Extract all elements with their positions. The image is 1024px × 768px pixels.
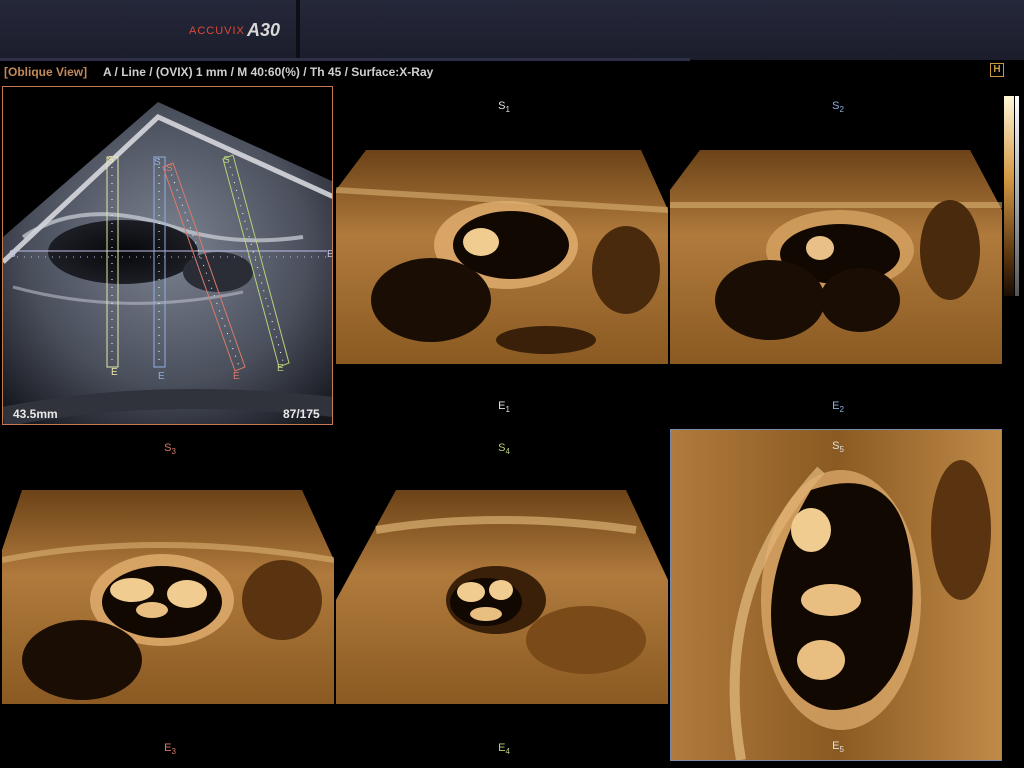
slice-2-start-label: S2 bbox=[832, 100, 844, 115]
slice-1-start-label: S1 bbox=[498, 100, 510, 115]
oblique-ultrasound-image: S E S E S E S E S E bbox=[3, 102, 333, 424]
line-1-end-marker[interactable]: E bbox=[111, 367, 118, 378]
slice-5-render[interactable] bbox=[671, 430, 1001, 760]
slice-3-render[interactable] bbox=[2, 490, 334, 704]
info-bar: [Oblique View] A / Line / (OVIX) 1 mm / … bbox=[0, 63, 1024, 81]
line-1-start-marker[interactable]: S bbox=[107, 155, 114, 166]
slice-3-start-label: S3 bbox=[164, 442, 176, 457]
slice-4-render[interactable] bbox=[336, 490, 668, 704]
render-settings: A / Line / (OVIX) 1 mm / M 40:60(%) / Th… bbox=[103, 65, 434, 79]
line-5-end-marker[interactable]: E bbox=[327, 249, 333, 260]
frame-counter: 87/175 bbox=[283, 407, 320, 421]
top-stripe bbox=[0, 58, 690, 61]
line-3-end-marker[interactable]: E bbox=[233, 371, 240, 382]
slice-2-end-label: E2 bbox=[832, 400, 844, 415]
brand-name: ACCUVIX bbox=[189, 25, 245, 37]
slice-1-end-label: E1 bbox=[498, 400, 510, 415]
top-bar: ACCUVIX A30 bbox=[0, 0, 1024, 61]
depth-readout: 43.5mm bbox=[13, 407, 58, 421]
line-2-end-marker[interactable]: E bbox=[158, 371, 165, 382]
slice-5-start-label: S5 bbox=[832, 440, 844, 455]
brand-logo: ACCUVIX A30 bbox=[185, 20, 295, 44]
model-name: A30 bbox=[247, 20, 281, 40]
line-4-start-marker[interactable]: S bbox=[223, 155, 230, 166]
view-mode-tag[interactable]: [Oblique View] bbox=[4, 65, 87, 79]
slice-4-end-label: E4 bbox=[498, 742, 510, 757]
line-4-end-marker[interactable]: E bbox=[277, 363, 284, 374]
line-2-start-marker[interactable]: S bbox=[154, 157, 161, 168]
gray-map-bar bbox=[1015, 96, 1019, 296]
slice-2-render[interactable] bbox=[670, 150, 1002, 364]
slice-5-end-label: E5 bbox=[832, 740, 844, 755]
h-badge[interactable]: H bbox=[990, 63, 1004, 77]
oblique-view-panel[interactable]: S E S E S E S E S E 43.5mm 87/175 bbox=[2, 86, 333, 425]
slice-5-frame[interactable] bbox=[670, 429, 1002, 761]
color-map-bar bbox=[1004, 96, 1014, 296]
line-5-start-marker[interactable]: S bbox=[9, 249, 16, 260]
line-3-start-marker[interactable]: S bbox=[166, 163, 173, 174]
slice-3-end-label: E3 bbox=[164, 742, 176, 757]
slice-4-start-label: S4 bbox=[498, 442, 510, 457]
slice-1-render[interactable] bbox=[336, 150, 668, 364]
top-separator bbox=[296, 0, 300, 60]
